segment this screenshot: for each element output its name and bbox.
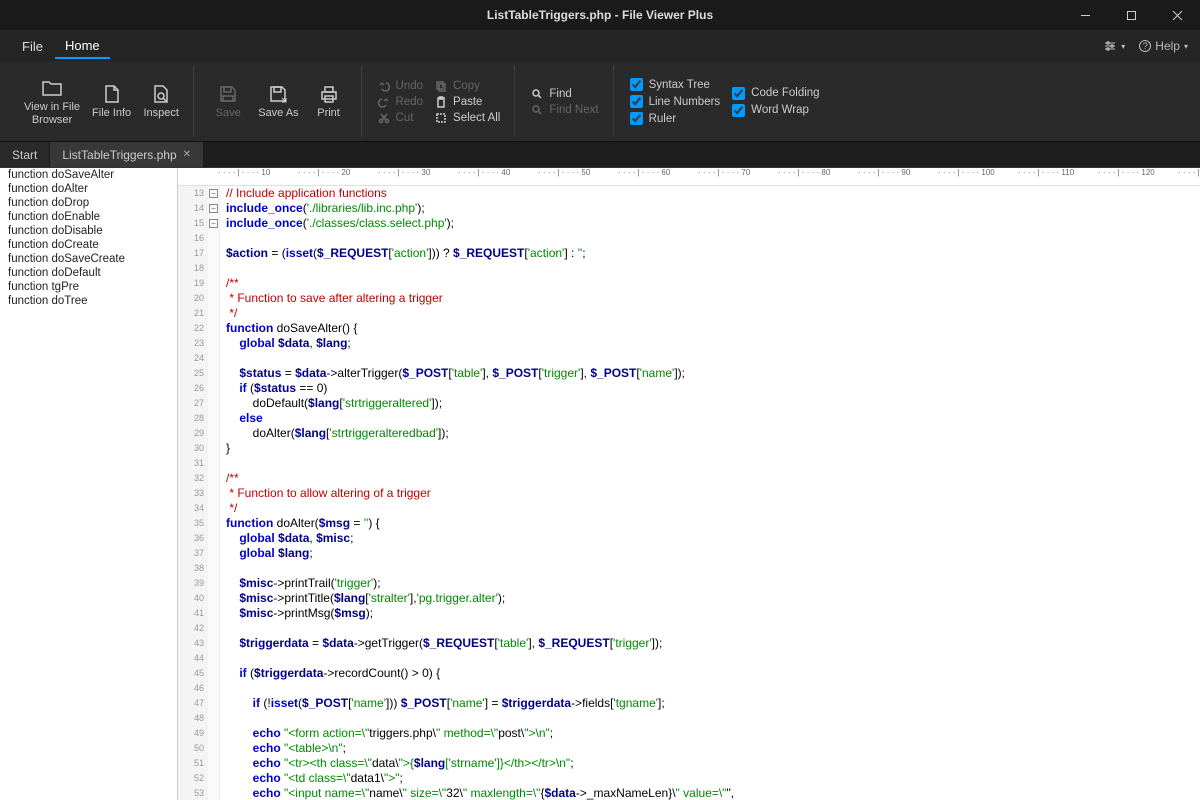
tab-strip: Start ListTableTriggers.php✕ xyxy=(0,142,1200,168)
sidebar-item[interactable]: function doCreate xyxy=(0,238,177,252)
sidebar-item[interactable]: function doDrop xyxy=(0,196,177,210)
titlebar: ListTableTriggers.php - File Viewer Plus xyxy=(0,0,1200,30)
window-title: ListTableTriggers.php - File Viewer Plus xyxy=(487,8,713,22)
syntax-tree-checkbox[interactable]: Syntax Tree xyxy=(630,77,721,92)
save-icon xyxy=(217,83,239,105)
code-editor[interactable]: · · · · | · · · · 10· · · · | · · · · 20… xyxy=(178,168,1200,800)
print-button[interactable]: Print xyxy=(305,81,353,121)
window-controls xyxy=(1062,0,1200,30)
code-area[interactable]: 1314151617181920212223242526272829303132… xyxy=(178,186,1200,800)
line-numbers-checkbox[interactable]: Line Numbers xyxy=(630,94,721,109)
syntax-tree-sidebar[interactable]: function doSaveAlterfunction doAlterfunc… xyxy=(0,168,178,800)
word-wrap-checkbox[interactable]: Word Wrap xyxy=(732,103,819,118)
sidebar-item[interactable]: function doDefault xyxy=(0,266,177,280)
save-button[interactable]: Save xyxy=(204,81,252,121)
ribbon-toolbar: View in File Browser File Info Inspect S… xyxy=(0,62,1200,142)
code-folding-checkbox[interactable]: Code Folding xyxy=(732,86,819,101)
select-all-button[interactable]: Select All xyxy=(435,111,500,125)
code-body[interactable]: // Include application functionsinclude_… xyxy=(220,186,817,800)
tab-file[interactable]: ListTableTriggers.php✕ xyxy=(50,142,204,167)
close-icon[interactable]: ✕ xyxy=(183,149,191,160)
save-as-button[interactable]: Save As xyxy=(252,81,304,121)
maximize-button[interactable] xyxy=(1108,0,1154,30)
cut-button[interactable]: Cut xyxy=(378,111,424,125)
line-number-gutter: 1314151617181920212223242526272829303132… xyxy=(178,186,208,800)
menu-home[interactable]: Home xyxy=(55,34,110,59)
sidebar-item[interactable]: function doDisable xyxy=(0,224,177,238)
print-icon xyxy=(318,83,340,105)
folder-icon xyxy=(41,77,63,99)
menubar: File Home ▾ ?Help▾ xyxy=(0,30,1200,62)
main-area: function doSaveAlterfunction doAlterfunc… xyxy=(0,168,1200,800)
sidebar-item[interactable]: function doSaveAlter xyxy=(0,168,177,182)
redo-button[interactable]: Redo xyxy=(378,95,424,109)
file-info-button[interactable]: File Info xyxy=(86,81,137,121)
sidebar-item[interactable]: function doTree xyxy=(0,294,177,308)
find-next-button[interactable]: Find Next xyxy=(531,103,598,117)
sidebar-item[interactable]: function doAlter xyxy=(0,182,177,196)
save-as-icon xyxy=(267,83,289,105)
menu-file[interactable]: File xyxy=(12,35,53,58)
ruler-checkbox[interactable]: Ruler xyxy=(630,111,721,126)
paste-button[interactable]: Paste xyxy=(435,95,500,109)
inspect-icon xyxy=(150,83,172,105)
copy-button[interactable]: Copy xyxy=(435,79,500,93)
sidebar-item[interactable]: function doEnable xyxy=(0,210,177,224)
minimize-button[interactable] xyxy=(1062,0,1108,30)
help-menu[interactable]: ?Help▾ xyxy=(1139,39,1188,53)
fold-gutter[interactable]: −−− xyxy=(208,186,220,800)
find-button[interactable]: Find xyxy=(531,87,598,101)
file-icon xyxy=(101,83,123,105)
ruler: · · · · | · · · · 10· · · · | · · · · 20… xyxy=(178,168,1200,186)
sidebar-item[interactable]: function tgPre xyxy=(0,280,177,294)
settings-icon[interactable]: ▾ xyxy=(1103,39,1125,53)
inspect-button[interactable]: Inspect xyxy=(137,81,185,121)
undo-button[interactable]: Undo xyxy=(378,79,424,93)
sidebar-item[interactable]: function doSaveCreate xyxy=(0,252,177,266)
tab-start[interactable]: Start xyxy=(0,142,50,167)
close-button[interactable] xyxy=(1154,0,1200,30)
view-in-file-browser-button[interactable]: View in File Browser xyxy=(18,75,86,127)
